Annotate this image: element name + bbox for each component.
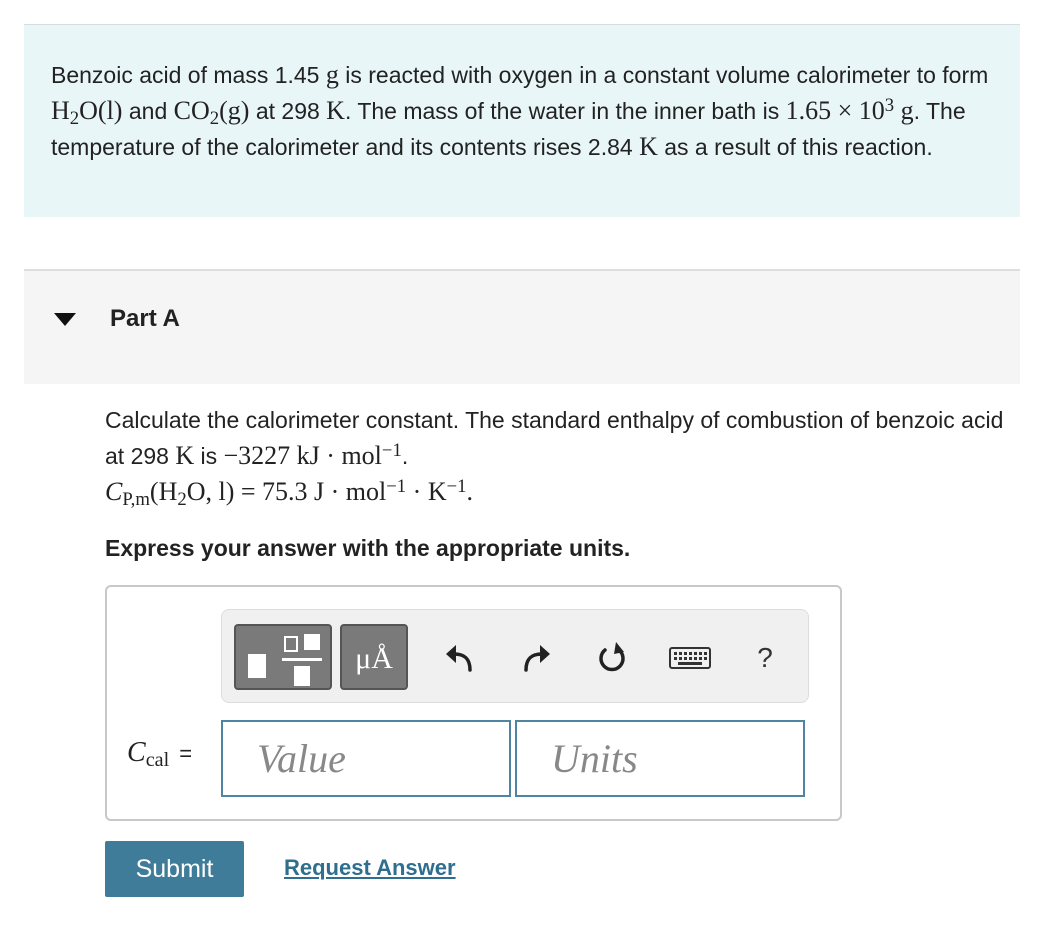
problem-text-2: is reacted with oxygen in a constant vol… xyxy=(338,62,989,88)
request-answer-link[interactable]: Request Answer xyxy=(284,855,456,881)
units-button[interactable]: μÅ xyxy=(340,624,408,690)
question-unit-k: K xyxy=(175,441,195,470)
formula-h2o-b: O(l) xyxy=(79,96,123,125)
cp-exponent-2: −1 xyxy=(446,475,467,497)
problem-text-4: at 298 xyxy=(249,98,327,124)
unit-g: g xyxy=(325,60,339,89)
collapse-caret-icon[interactable] xyxy=(54,313,76,326)
problem-text-5: . The mass of the water in the inner bat… xyxy=(344,98,786,124)
formula-h2o: H2O(l) xyxy=(51,96,123,128)
variable-subscript: cal xyxy=(145,749,170,772)
templates-icon-part xyxy=(304,634,320,650)
cp-period: . xyxy=(466,477,474,506)
cp-expr-sub: 2 xyxy=(177,488,187,510)
problem-statement: Benzoic acid of mass 1.45 g is reacted w… xyxy=(24,24,1020,217)
submit-button[interactable]: Submit xyxy=(105,841,244,897)
formula-co2-a: CO xyxy=(173,96,210,125)
problem-text: Benzoic acid of mass 1.45 g is reacted w… xyxy=(51,57,1001,165)
enthalpy-value-text: −3227 kJ · mol xyxy=(223,441,382,470)
problem-text-1: Benzoic acid of mass 1.45 xyxy=(51,62,326,88)
formula-h2o-sub: 2 xyxy=(69,107,80,129)
redo-icon[interactable] xyxy=(516,640,556,676)
math-toolbar: μÅ ? xyxy=(221,609,809,703)
mass-value-a: 1.65 × 10 xyxy=(785,96,885,125)
formula-h2o-a: H xyxy=(51,96,70,125)
units-input[interactable]: Units xyxy=(515,720,805,797)
reset-icon[interactable] xyxy=(592,640,632,676)
undo-icon[interactable] xyxy=(440,640,480,676)
templates-icon-part xyxy=(284,636,298,652)
cp-subscript: P,m xyxy=(122,488,150,510)
help-icon[interactable]: ? xyxy=(750,640,780,676)
cp-symbol: C xyxy=(105,477,123,506)
unit-k: K xyxy=(326,96,345,125)
cp-expr-b: O, l) = 75.3 J · mol xyxy=(186,477,387,506)
templates-icon-part xyxy=(294,666,310,686)
variable-label: Ccal = xyxy=(127,737,193,772)
enthalpy-value: −3227 kJ · mol−1 xyxy=(224,441,402,470)
question-text-2: is xyxy=(194,443,224,469)
answer-box: μÅ ? Ccal = Value Units xyxy=(105,585,842,821)
templates-button[interactable] xyxy=(234,624,332,690)
enthalpy-exponent: −1 xyxy=(381,439,402,461)
question-period: . xyxy=(401,443,409,469)
variable-symbol: C xyxy=(127,737,146,768)
problem-text-3: and xyxy=(122,98,174,124)
part-a-header[interactable]: Part A xyxy=(24,269,1020,384)
mass-value: 1.65 × 103 g xyxy=(786,96,914,125)
formula-co2-sub: 2 xyxy=(209,107,220,129)
problem-text-7: as a result of this reaction. xyxy=(657,134,933,160)
cp-expr-c: · K xyxy=(406,477,447,506)
answer-instruction: Express your answer with the appropriate… xyxy=(105,535,631,561)
templates-icon-part xyxy=(282,658,322,661)
heat-capacity-expression: CP,m(H2O, l) = 75.3 J · mol−1 · K−1. xyxy=(105,475,474,509)
formula-co2-b: (g) xyxy=(219,96,250,125)
question-text: Calculate the calorimeter constant. The … xyxy=(105,402,1005,510)
cp-exponent-1: −1 xyxy=(386,475,407,497)
cp-expr-a: (H xyxy=(149,477,178,506)
value-input[interactable]: Value xyxy=(221,720,511,797)
mass-exponent: 3 xyxy=(884,94,895,116)
part-title: Part A xyxy=(110,305,180,332)
templates-icon xyxy=(248,654,266,678)
unit-k-2: K xyxy=(639,132,658,161)
keyboard-icon[interactable] xyxy=(668,640,712,676)
equals-sign: = xyxy=(179,741,193,766)
formula-co2: CO2(g) xyxy=(173,96,250,128)
mass-unit: g xyxy=(894,96,914,125)
